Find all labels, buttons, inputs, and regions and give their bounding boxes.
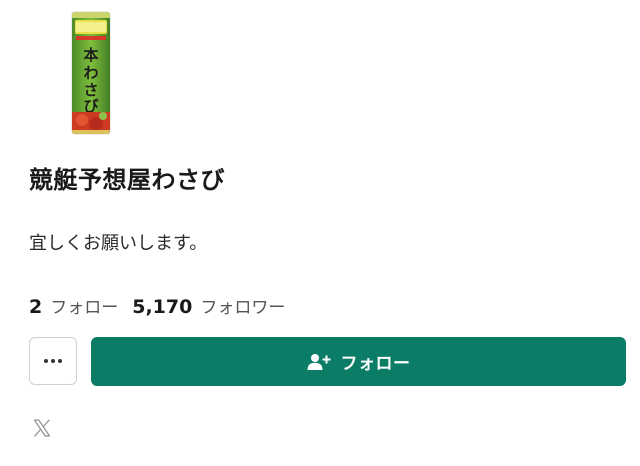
profile-header: 本 わ さ び 競艇予想屋わさび 宜しくお願いします。 2 フォロー 5,170…	[0, 0, 640, 466]
person-add-icon	[307, 353, 331, 371]
followers-label: フォロワー	[200, 297, 286, 318]
following-link[interactable]: 2 フォロー	[29, 293, 118, 318]
followers-link[interactable]: 5,170 フォロワー	[132, 293, 285, 318]
profile-actions: フォロー	[29, 337, 626, 387]
following-count: 2	[29, 295, 43, 318]
x-profile-link[interactable]	[31, 417, 53, 439]
more-horizontal-icon	[44, 359, 62, 363]
follow-button-label: フォロー	[340, 354, 411, 374]
avatar-text-wa: わ	[83, 64, 98, 82]
follow-stats: 2 フォロー 5,170 フォロワー	[29, 290, 299, 320]
profile-bio: 宜しくお願いします。	[29, 233, 208, 254]
more-options-button[interactable]	[29, 337, 77, 385]
x-logo-icon	[33, 419, 51, 437]
display-name: 競艇予想屋わさび	[29, 166, 225, 194]
followers-count: 5,170	[132, 295, 193, 318]
wasabi-tube-avatar-image: 本 わ さ び	[72, 12, 110, 134]
avatar[interactable]: 本 わ さ び	[72, 12, 110, 134]
avatar-text-hon: 本	[83, 46, 98, 64]
follow-button[interactable]: フォロー	[91, 337, 626, 386]
following-label: フォロー	[50, 297, 119, 318]
